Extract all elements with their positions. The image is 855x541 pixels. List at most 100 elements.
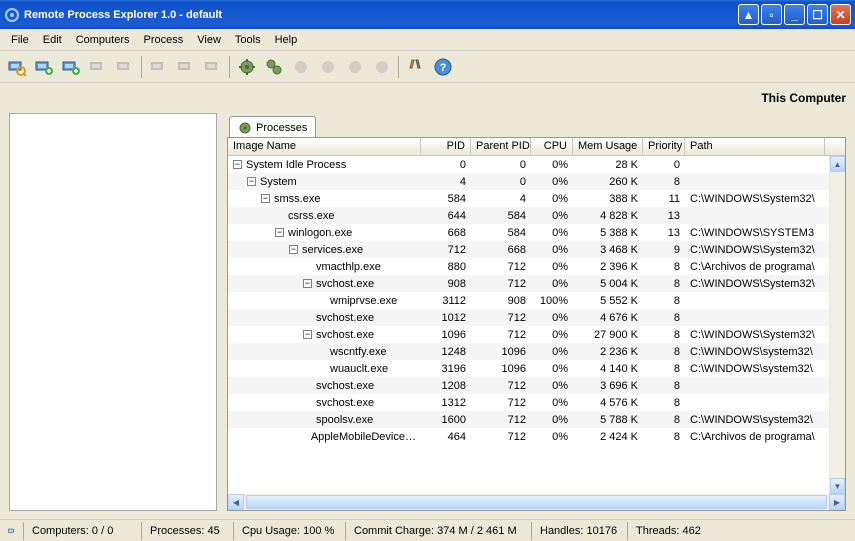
tray-button[interactable]: ▫ xyxy=(761,4,782,25)
cell: 1312 xyxy=(421,397,471,409)
rollup-button[interactable]: ▲ xyxy=(738,4,759,25)
scroll-thumb[interactable] xyxy=(246,495,827,509)
help-icon[interactable]: ? xyxy=(429,53,456,80)
menu-tools[interactable]: Tools xyxy=(228,32,268,48)
column-header[interactable]: Path xyxy=(685,138,825,155)
column-header[interactable]: Image Name xyxy=(228,138,421,155)
cell: 908 xyxy=(421,278,471,290)
menu-file[interactable]: File xyxy=(4,32,36,48)
settings-icon[interactable] xyxy=(402,53,429,80)
menubar: File Edit Computers Process View Tools H… xyxy=(0,29,855,51)
process-name-cell: svchost.exe xyxy=(228,380,421,392)
table-row[interactable]: −services.exe7126680%3 468 K9C:\WINDOWS\… xyxy=(228,241,829,258)
status-threads: Threads: 462 xyxy=(628,522,855,540)
process-name-cell: svchost.exe xyxy=(228,397,421,409)
tree-toggle-icon[interactable]: − xyxy=(303,279,312,288)
horizontal-scrollbar[interactable]: ◀ ▶ xyxy=(228,494,845,510)
table-row[interactable]: −smss.exe58440%388 K11C:\WINDOWS\System3… xyxy=(228,190,829,207)
cell: 13 xyxy=(643,210,685,222)
column-header[interactable]: Mem Usage xyxy=(573,138,643,155)
scroll-up-icon[interactable]: ▲ xyxy=(830,156,845,172)
table-row[interactable]: −System Idle Process000%28 K0 xyxy=(228,156,829,173)
table-row[interactable]: vmacthlp.exe8807120%2 396 K8C:\Archivos … xyxy=(228,258,829,275)
menu-view[interactable]: View xyxy=(190,32,228,48)
menu-process[interactable]: Process xyxy=(137,32,191,48)
cell: 712 xyxy=(471,414,531,426)
cell: 8 xyxy=(643,431,685,443)
table-row[interactable]: csrss.exe6445840%4 828 K13 xyxy=(228,207,829,224)
menu-help[interactable]: Help xyxy=(268,32,305,48)
cell: 712 xyxy=(471,261,531,273)
cell: 1248 xyxy=(421,346,471,358)
add-computer-icon[interactable] xyxy=(30,53,57,80)
column-header[interactable]: Parent PID xyxy=(471,138,531,155)
status-commit: Commit Charge: 374 M / 2 461 M xyxy=(346,522,532,540)
refresh-computer-icon xyxy=(199,53,226,80)
cell: 0% xyxy=(531,380,573,392)
cell: 1012 xyxy=(421,312,471,324)
cell: 0% xyxy=(531,244,573,256)
titlebar[interactable]: Remote Process Explorer 1.0 - default ▲ … xyxy=(0,0,855,29)
table-row[interactable]: −winlogon.exe6685840%5 388 K13C:\WINDOWS… xyxy=(228,224,829,241)
menu-edit[interactable]: Edit xyxy=(36,32,69,48)
toolbar-separator xyxy=(141,56,142,78)
maximize-button[interactable]: ☐ xyxy=(807,4,828,25)
process-name-cell: −svchost.exe xyxy=(228,278,421,290)
cell: 712 xyxy=(471,278,531,290)
cell: 0% xyxy=(531,431,573,443)
table-row[interactable]: −svchost.exe10967120%27 900 K8C:\WINDOWS… xyxy=(228,326,829,343)
table-row[interactable]: wuauclt.exe319610960%4 140 K8C:\WINDOWS\… xyxy=(228,360,829,377)
cell: 1208 xyxy=(421,380,471,392)
tree-toggle-icon[interactable]: − xyxy=(289,245,298,254)
minimize-button[interactable]: _ xyxy=(784,4,805,25)
process-name-cell: svchost.exe xyxy=(228,312,421,324)
cell: C:\WINDOWS\System32\ xyxy=(685,278,825,290)
table-body[interactable]: −System Idle Process000%28 K0−System400%… xyxy=(228,156,829,494)
tab-label: Processes xyxy=(256,122,307,134)
cell: 1600 xyxy=(421,414,471,426)
table-row[interactable]: −svchost.exe9087120%5 004 K8C:\WINDOWS\S… xyxy=(228,275,829,292)
computer-tree[interactable] xyxy=(9,113,217,511)
tree-toggle-icon[interactable]: − xyxy=(233,160,242,169)
process-gears-icon[interactable] xyxy=(260,53,287,80)
scroll-down-icon[interactable]: ▼ xyxy=(830,478,845,494)
disconnect-icon xyxy=(172,53,199,80)
table-row[interactable]: svchost.exe10127120%4 676 K8 xyxy=(228,309,829,326)
column-header[interactable]: Priority xyxy=(643,138,685,155)
process-action2-icon xyxy=(314,53,341,80)
table-row[interactable]: −System400%260 K8 xyxy=(228,173,829,190)
cell: 8 xyxy=(643,176,685,188)
close-button[interactable]: ✕ xyxy=(830,4,851,25)
table-row[interactable]: spoolsv.exe16007120%5 788 K8C:\WINDOWS\s… xyxy=(228,411,829,428)
process-gear-icon[interactable] xyxy=(233,53,260,80)
tab-processes[interactable]: Processes xyxy=(229,116,316,138)
menu-computers[interactable]: Computers xyxy=(69,32,137,48)
scroll-right-icon[interactable]: ▶ xyxy=(829,494,845,510)
process-name-cell: −services.exe xyxy=(228,244,421,256)
column-header[interactable]: CPU xyxy=(531,138,573,155)
table-row[interactable]: svchost.exe13127120%4 576 K8 xyxy=(228,394,829,411)
find-computer-icon[interactable] xyxy=(3,53,30,80)
add-computer2-icon[interactable] xyxy=(57,53,84,80)
table-row[interactable]: AppleMobileDevice…4647120%2 424 K8C:\Arc… xyxy=(228,428,829,445)
connect-icon xyxy=(145,53,172,80)
tree-toggle-icon[interactable]: − xyxy=(261,194,270,203)
table-row[interactable]: wscntfy.exe124810960%2 236 K8C:\WINDOWS\… xyxy=(228,343,829,360)
tree-toggle-icon[interactable]: − xyxy=(303,330,312,339)
cell: 5 388 K xyxy=(573,227,643,239)
cell: C:\Archivos de programa\ xyxy=(685,261,825,273)
cell: 584 xyxy=(471,227,531,239)
vertical-scrollbar[interactable]: ▲ ▼ xyxy=(829,156,845,494)
process-name-cell: −System Idle Process xyxy=(228,159,421,171)
cell: 4 828 K xyxy=(573,210,643,222)
table-row[interactable]: wmiprvse.exe3112908100%5 552 K8 xyxy=(228,292,829,309)
scroll-left-icon[interactable]: ◀ xyxy=(228,494,244,510)
column-header[interactable]: PID xyxy=(421,138,471,155)
cell: 0 xyxy=(643,159,685,171)
process-name-cell: wmiprvse.exe xyxy=(228,295,421,307)
tree-toggle-icon[interactable]: − xyxy=(275,228,284,237)
table-row[interactable]: svchost.exe12087120%3 696 K8 xyxy=(228,377,829,394)
cell: 8 xyxy=(643,295,685,307)
tree-toggle-icon[interactable]: − xyxy=(247,177,256,186)
process-name-cell: AppleMobileDevice… xyxy=(228,431,421,443)
